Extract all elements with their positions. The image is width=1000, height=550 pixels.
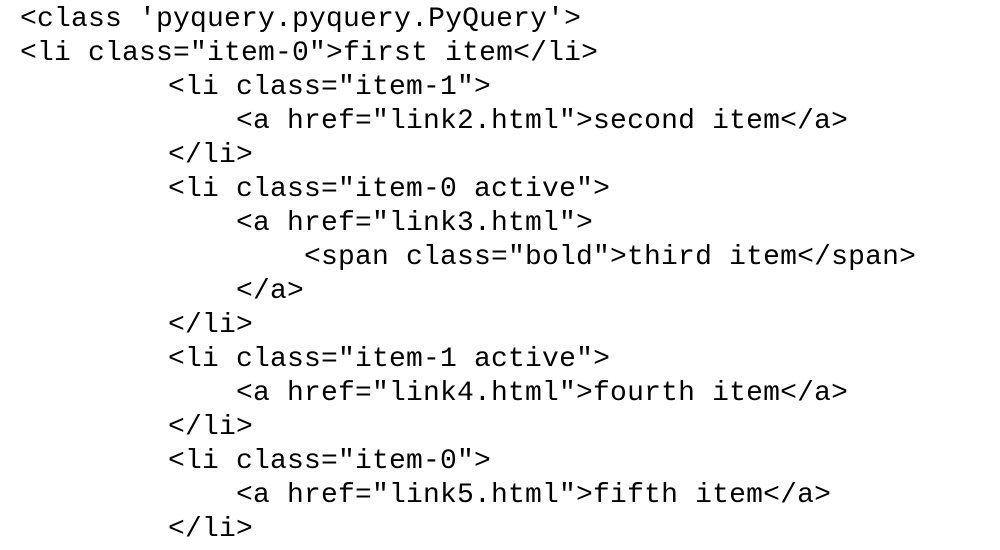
console-output: <class 'pyquery.pyquery.PyQuery'> <li cl… <box>0 0 1000 550</box>
code-line-li-open: <li class="item-0"> <box>168 446 492 477</box>
code-line-li-close: </li> <box>168 412 254 443</box>
code-line-fifth-item: <a href="link5.html">fifth item</a> <box>236 480 832 511</box>
code-line-a-close: </a> <box>236 276 305 307</box>
code-line-li-close: </li> <box>168 140 254 171</box>
code-line-li-open: <li class="item-1"> <box>168 72 492 103</box>
code-line-fourth-item: <a href="link4.html">fourth item</a> <box>236 378 849 409</box>
code-line-li-close: </li> <box>168 310 254 341</box>
code-line-a-open: <a href="link3.html"> <box>236 208 594 239</box>
code-line-li-open: <li class="item-0 active"> <box>168 174 611 205</box>
code-line-second-item: <a href="link2.html">second item</a> <box>236 106 849 137</box>
code-line-third-item: <span class="bold">third item</span> <box>304 242 917 273</box>
code-line-li-close: </li> <box>168 514 254 545</box>
code-line-li-open: <li class="item-1 active"> <box>168 344 611 375</box>
code-line-type-output: <class 'pyquery.pyquery.PyQuery'> <box>20 4 582 35</box>
code-line-first-item: <li class="item-0">first item</li> <box>20 38 599 69</box>
